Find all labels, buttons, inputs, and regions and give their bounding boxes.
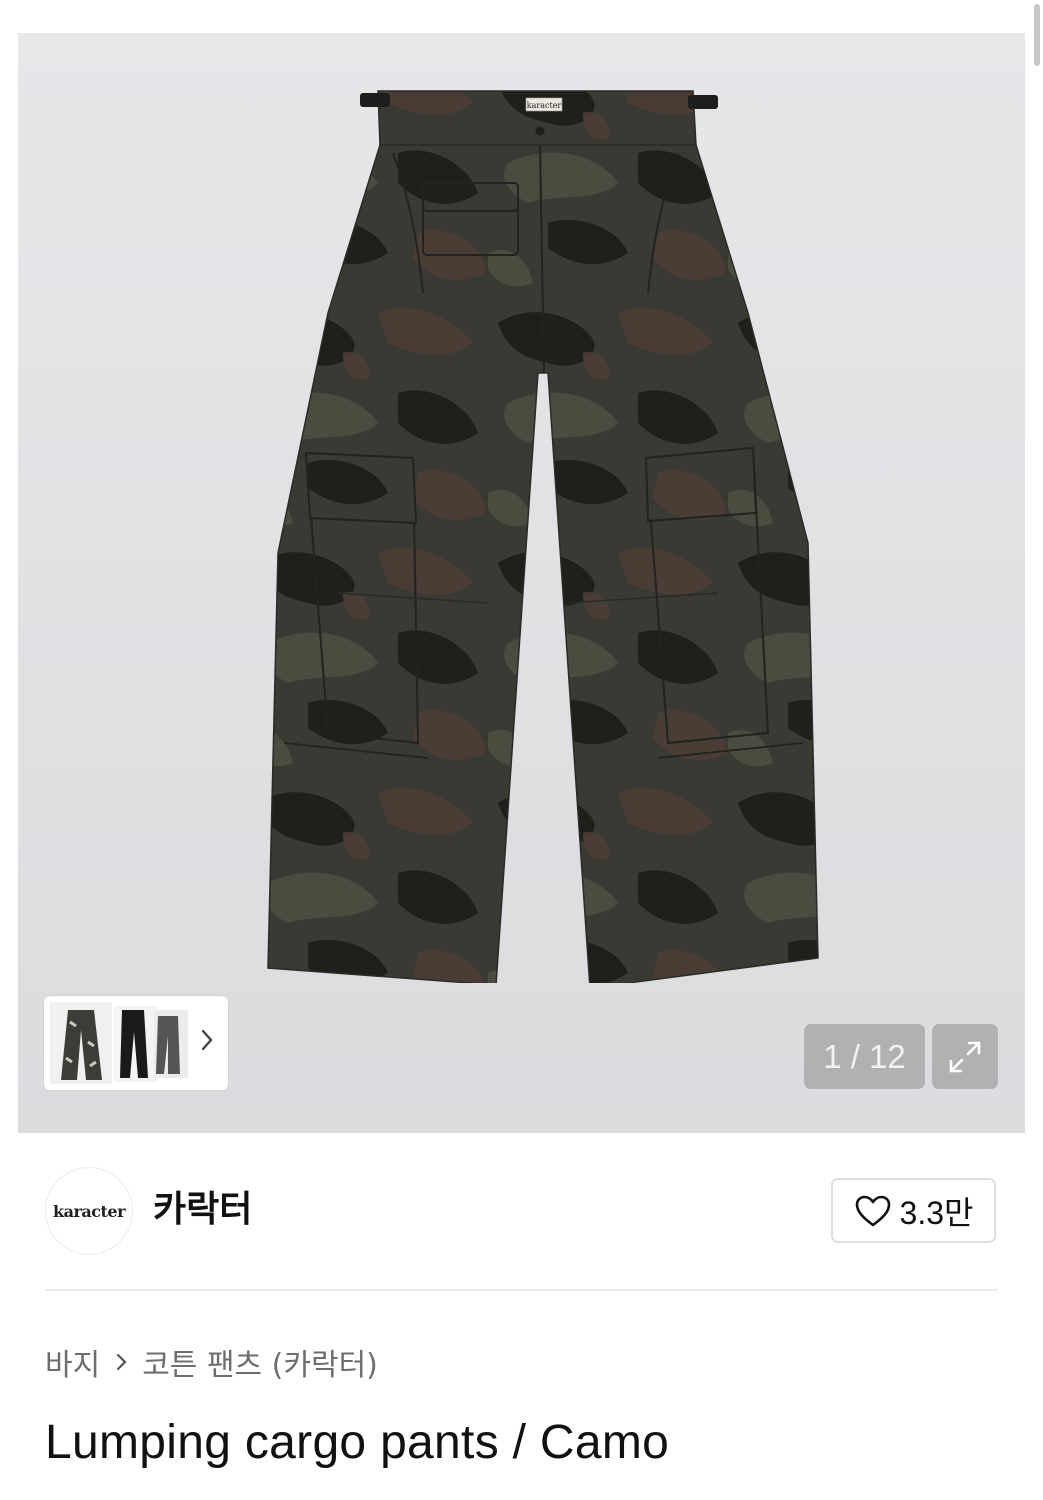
heart-icon [855, 1195, 890, 1226]
breadcrumb-category[interactable]: 바지 [45, 1340, 100, 1384]
breadcrumb-subcategory[interactable]: 코튼 팬츠 (카락터) [142, 1340, 378, 1384]
like-count: 3.3만 [899, 1194, 974, 1231]
like-button[interactable]: 3.3만 [831, 1178, 996, 1243]
brand-name[interactable]: 카락터 [153, 1186, 252, 1234]
product-title: Lumping cargo pants / Camo [45, 1416, 670, 1469]
chevron-right-icon[interactable] [194, 1022, 218, 1062]
scrollbar-track[interactable] [1031, 0, 1043, 1500]
product-image-gallery[interactable]: karacter 1 / 12 [18, 33, 1025, 1133]
divider [45, 1289, 998, 1291]
page-counter: 1 / 12 [804, 1024, 925, 1089]
brand-logo[interactable]: karacter [45, 1167, 133, 1255]
thumbnail-strip[interactable] [44, 996, 228, 1090]
expand-fullscreen-button[interactable] [932, 1024, 998, 1089]
breadcrumb: 바지 코튼 팬츠 (카락터) [45, 1340, 378, 1384]
expand-icon [949, 1041, 981, 1072]
product-image: karacter [267, 90, 819, 983]
scrollbar-thumb[interactable] [1034, 4, 1040, 66]
garment-label: karacter [527, 101, 562, 110]
thumbnail-images[interactable] [50, 1002, 190, 1084]
brand-logo-text: karacter [53, 1201, 126, 1221]
chevron-right-icon [116, 1352, 128, 1372]
